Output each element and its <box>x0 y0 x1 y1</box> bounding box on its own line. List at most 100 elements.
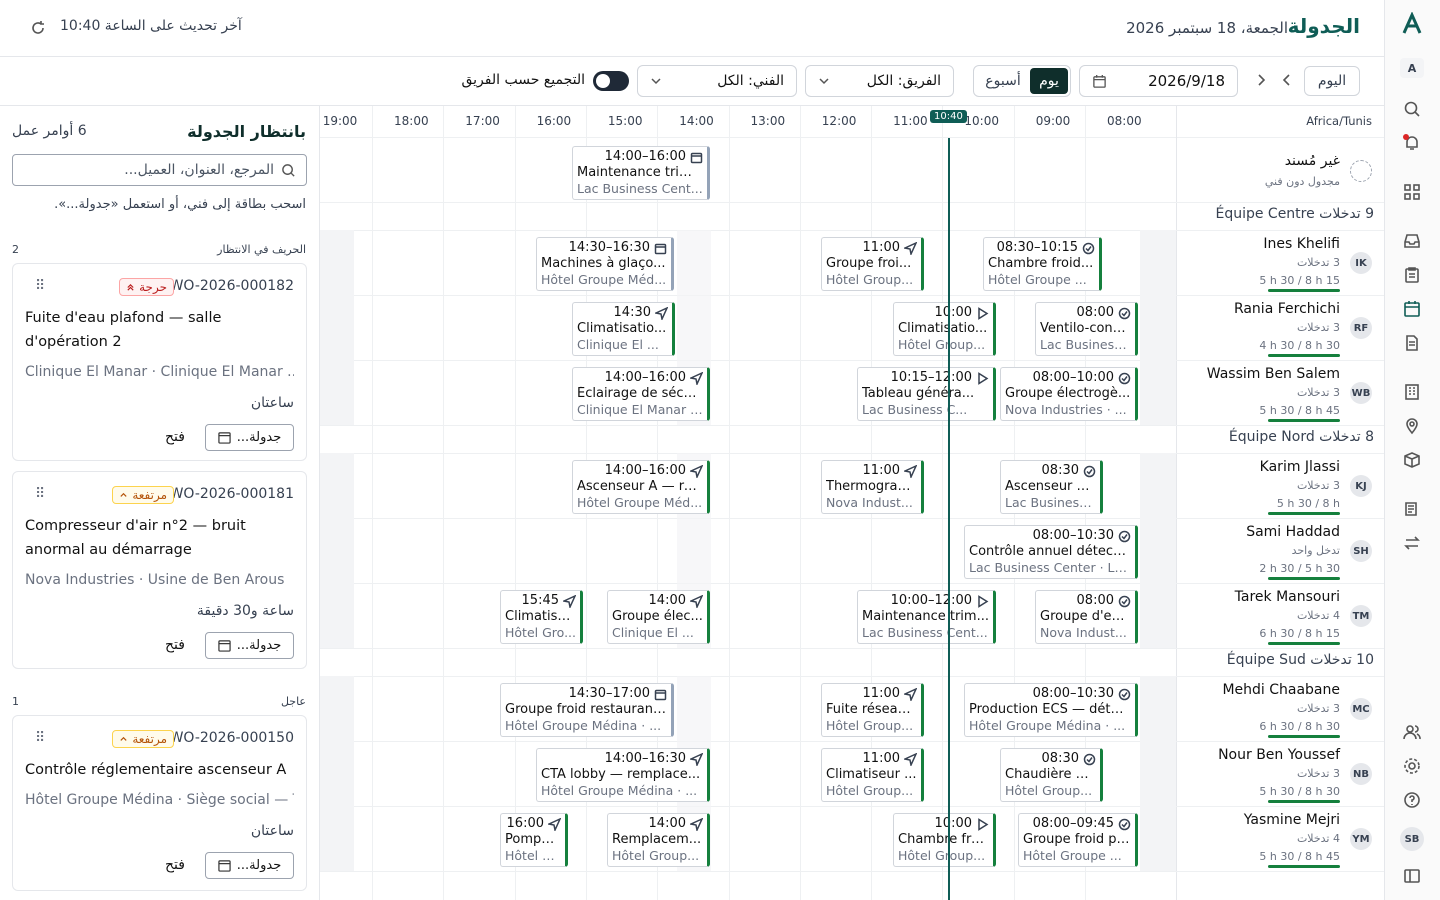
search-icon <box>281 163 296 178</box>
event-status-icon <box>1118 818 1131 830</box>
collapse-sidebar-icon[interactable] <box>1403 867 1421 885</box>
open-link[interactable]: فتح <box>165 857 185 873</box>
refresh-icon[interactable] <box>30 20 46 36</box>
schedule-event[interactable]: 10:00 Chambre fro... Hôtel Group... <box>893 813 996 867</box>
schedule-event[interactable]: 10:00–12:00 Maintenance trim... Lac Busine… <box>857 590 996 644</box>
schedule-event[interactable]: 14:30–16:30 Machines à glaço... Hôtel Grou… <box>536 237 674 291</box>
work-order-ref: WO-2026-000181 <box>169 486 294 502</box>
next-day-icon[interactable] <box>1280 73 1294 87</box>
schedule-event[interactable]: 14:00–16:00 Maintenance trim... Lac Busine… <box>572 146 710 200</box>
tech-interventions: 3 تدخلات <box>1296 386 1340 399</box>
event-title: Groupe froid pi... <box>1023 832 1131 847</box>
view-day-button[interactable]: يوم <box>1030 68 1068 94</box>
help-icon[interactable] <box>1403 791 1421 809</box>
event-client: Hôtel Groupe Médina · ... <box>505 718 662 733</box>
event-status-icon <box>1118 307 1131 319</box>
schedule-event[interactable]: 08:00 Ventilo-conv... Lac Business... <box>1035 302 1138 356</box>
event-client: Clinique El ... <box>612 625 694 640</box>
calendar-icon[interactable] <box>1403 300 1421 318</box>
schedule-event[interactable]: 08:00–10:00 Groupe électrogè... Nova Indus… <box>1000 367 1138 421</box>
schedule-button[interactable]: جدولة... <box>205 424 294 451</box>
schedule-event[interactable]: 08:00–10:30 Contrôle annuel détecti... Lac… <box>964 525 1138 579</box>
schedule-event[interactable]: 14:30 Climatisatio... Clinique El ... <box>572 302 675 356</box>
tech-hours: 5 h 30 / 8 h 30 <box>1259 785 1340 798</box>
group-by-team-toggle[interactable] <box>593 71 629 91</box>
tech-hours: 5 h 30 / 8 h <box>1276 497 1340 510</box>
row-divider <box>320 453 1384 454</box>
schedule-event[interactable]: 08:00–09:45 Groupe froid pi... Hôtel Group… <box>1018 813 1138 867</box>
schedule-event[interactable]: 08:30–10:15 Chambre froid... Hôtel Groupe … <box>983 237 1102 291</box>
drag-handle-icon[interactable]: ⠿ <box>35 278 45 294</box>
schedule-event[interactable]: 14:00–16:30 CTA lobby — remplace... Hôtel … <box>536 748 710 802</box>
schedule-event[interactable]: 16:00 Pompe ... Hôtel G... <box>500 813 568 867</box>
open-link[interactable]: فتح <box>165 637 185 653</box>
off-hours-shade <box>677 518 711 583</box>
app-logo[interactable] <box>1400 12 1424 36</box>
settings-icon[interactable] <box>1403 757 1421 775</box>
event-title: CTA lobby — remplace... <box>541 767 701 782</box>
search-placeholder: المرجع، العنوان، العميل... <box>124 162 274 178</box>
search-input[interactable]: المرجع، العنوان، العميل... <box>12 154 307 186</box>
work-order-card[interactable]: WO-2026-000181 مرتفعة ⠿ Compresseur d'ai… <box>12 471 307 669</box>
tech-name: Mehdi Chaabane <box>1222 682 1340 698</box>
work-order-client: Clinique El Manar · Clinique El Manar ..… <box>25 364 294 380</box>
hour-gridline <box>728 106 730 900</box>
event-title: Groupe froi... <box>826 256 912 271</box>
row-divider <box>320 741 1384 742</box>
today-button[interactable]: اليوم <box>1304 66 1360 96</box>
team-filter-select[interactable]: الفريق: الكل <box>805 65 954 97</box>
date-picker[interactable]: 2026/9/18 <box>1079 65 1238 97</box>
view-week-button[interactable]: أسبوع <box>976 68 1030 94</box>
users-icon[interactable] <box>1403 723 1421 741</box>
schedule-event[interactable]: 08:30 Ascenseur B... Lac Business... <box>1000 460 1103 514</box>
schedule-event[interactable]: 14:00 Groupe élec... Clinique El ... <box>607 590 710 644</box>
schedule-event[interactable]: 11:00 Groupe froi... Hôtel Group... <box>821 237 924 291</box>
schedule-event[interactable]: 08:30 Chaudière g... Hôtel Group... <box>1000 748 1103 802</box>
schedule-event[interactable]: 14:00–16:00 Éclairage de sécur... Clinique… <box>572 367 710 421</box>
schedule-event[interactable]: 11:00 Thermograp... Nova Indust... <box>821 460 924 514</box>
schedule-event[interactable]: 14:00 Remplacem... Hôtel Group... <box>607 813 710 867</box>
row-divider <box>320 676 1384 677</box>
tech-hours: 4 h 30 / 8 h 30 <box>1259 339 1340 352</box>
contract-icon[interactable] <box>1403 500 1421 518</box>
schedule-event[interactable]: 08:00–10:30 Production ECS — détar... Hôte… <box>964 683 1138 737</box>
schedule-button[interactable]: جدولة... <box>205 632 294 659</box>
schedule-event[interactable]: 14:00–16:00 Ascenseur A — re... Hôtel Grou… <box>572 460 710 514</box>
inbox-icon[interactable] <box>1403 232 1421 250</box>
schedule-event[interactable]: 10:15–12:00 Tableau généra... Lac Business… <box>857 367 996 421</box>
search-icon[interactable] <box>1403 100 1421 118</box>
event-status-icon <box>690 594 703 608</box>
workspace-avatar[interactable]: A <box>1400 58 1424 78</box>
off-hours-shade <box>1140 295 1176 360</box>
event-time: 10:00 <box>898 816 989 832</box>
work-order-duration: ساعة و30 دقيقة <box>196 603 294 619</box>
work-order-card[interactable]: WO-2026-000150 مرتفعة ⠿ Contrôle régleme… <box>12 715 307 891</box>
clipboard-icon[interactable] <box>1403 266 1421 284</box>
user-avatar[interactable]: SB <box>1400 827 1424 851</box>
schedule-event[interactable]: 10:00 Climatisatio... Hôtel Group... <box>893 302 996 356</box>
prev-day-icon[interactable] <box>1254 73 1268 87</box>
tech-interventions: 3 تدخلات <box>1296 702 1340 715</box>
drag-handle-icon[interactable]: ⠿ <box>35 730 45 746</box>
package-icon[interactable] <box>1403 451 1421 469</box>
last-update: آخر تحديث على الساعة 10:40 <box>60 18 242 34</box>
schedule-event[interactable]: 15:45 Climatisa... Hôtel Gro... <box>500 590 583 644</box>
tech-filter-select[interactable]: الفني: الكل <box>637 65 797 97</box>
drag-handle-icon[interactable]: ⠿ <box>35 486 45 502</box>
schedule-button[interactable]: جدولة... <box>205 852 294 879</box>
schedule-event[interactable]: 08:00 Groupe d'ea... Nova Indust... <box>1035 590 1138 644</box>
event-title: Groupe d'ea... <box>1040 609 1131 624</box>
dashboard-icon[interactable] <box>1403 183 1421 201</box>
open-link[interactable]: فتح <box>165 429 185 445</box>
notifications-icon[interactable] <box>1403 134 1421 152</box>
schedule-event[interactable]: 11:00 Fuite réseau... Hôtel Group... <box>821 683 924 737</box>
document-icon[interactable] <box>1403 334 1421 352</box>
event-time: 11:00 <box>826 463 917 479</box>
schedule-event[interactable]: 14:30–17:00 Groupe froid restaurant... Hôt… <box>500 683 674 737</box>
location-icon[interactable] <box>1403 417 1421 435</box>
schedule-event[interactable]: 11:00 Climatiseur ... Hôtel Group... <box>821 748 924 802</box>
row-divider <box>320 202 1384 203</box>
building-icon[interactable] <box>1403 383 1421 401</box>
transfer-icon[interactable] <box>1403 534 1421 552</box>
work-order-card[interactable]: WO-2026-000182 حرجة ⠿ Fuite d'eau plafon… <box>12 263 307 461</box>
